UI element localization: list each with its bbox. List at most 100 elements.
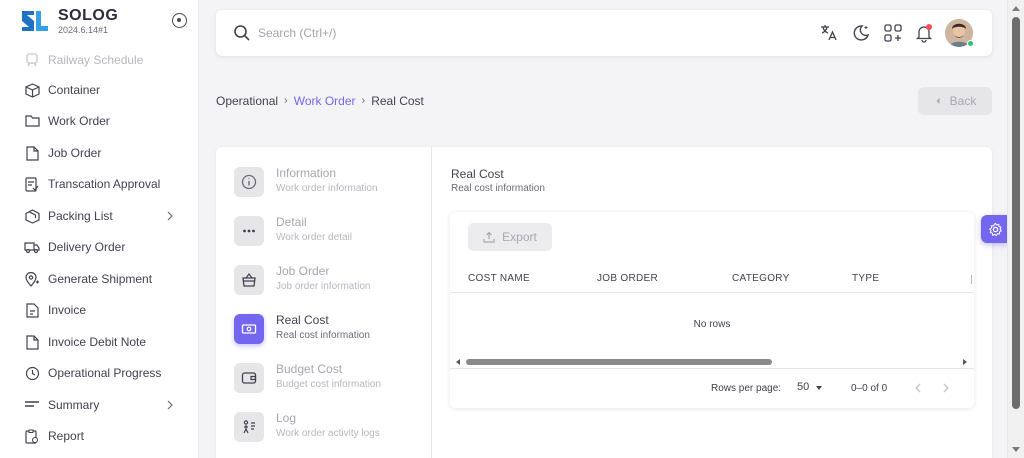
sidebar-item-container[interactable]: Container — [0, 75, 198, 105]
column-header-job-order[interactable]: JOB ORDER — [597, 273, 658, 284]
sidebar-item-invoice-debit-note[interactable]: Invoice Debit Note — [0, 327, 198, 357]
sidebar-item-label: Railway Schedule — [48, 53, 144, 67]
wizard-steps: Information Work order information Detai… — [216, 147, 432, 458]
page-scrollbar[interactable] — [1007, 0, 1024, 458]
sidebar-item-label: Work Order — [48, 114, 110, 128]
scroll-up-icon[interactable] — [1012, 6, 1020, 11]
sidebar-item-delivery-order[interactable]: Delivery Order — [0, 232, 198, 262]
sidebar-item-label: Container — [48, 83, 101, 97]
step-log[interactable]: Log Work order activity logs — [234, 409, 424, 449]
sidebar-item-work-order[interactable]: Work Order — [0, 106, 198, 136]
file-text-icon — [24, 334, 40, 350]
scroll-right-icon[interactable] — [963, 359, 967, 365]
step-subtitle: Job order information — [276, 281, 371, 292]
brand-name: SOLOG — [58, 7, 119, 24]
step-title: Budget Cost — [276, 362, 343, 376]
chevron-left-icon — [936, 98, 940, 104]
gear-icon — [988, 222, 1002, 236]
back-button[interactable]: Back — [918, 87, 992, 115]
step-real-cost[interactable]: Real Cost Real cost information — [234, 311, 424, 351]
search-input[interactable] — [258, 23, 558, 43]
rows-per-page-select[interactable]: 50 — [797, 381, 827, 395]
step-information[interactable]: Information Work order information — [234, 164, 424, 204]
file-icon — [24, 145, 40, 161]
column-header-cost-name[interactable]: COST NAME — [468, 273, 530, 284]
breadcrumb-separator-icon: › — [361, 95, 366, 107]
sidebar-item-packing-list[interactable]: Packing List — [0, 201, 198, 231]
notifications-button[interactable] — [914, 23, 934, 43]
basket-icon — [234, 265, 264, 295]
apps-icon[interactable] — [883, 23, 903, 43]
chevron-right-icon[interactable] — [941, 382, 951, 394]
sidebar-item-railway-schedule[interactable]: Railway Schedule — [0, 45, 198, 75]
brand: SOLOG 2024.6.14#1 — [0, 0, 198, 42]
search-icon[interactable] — [233, 24, 251, 42]
breadcrumb-work-order[interactable]: Work Order — [294, 94, 356, 108]
sidebar-item-invoice[interactable]: Invoice — [0, 295, 198, 325]
sidebar-item-label: Transcation Approval — [48, 177, 161, 191]
breadcrumb-operational[interactable]: Operational — [216, 94, 278, 108]
step-title: Log — [276, 411, 297, 425]
moon-icon[interactable] — [851, 23, 871, 43]
sidebar: SOLOG 2024.6.14#1 Railway Schedule Conta… — [0, 0, 199, 458]
breadcrumb: Operational › Work Order › Real Cost — [216, 94, 424, 108]
step-title: Job Order — [276, 264, 330, 278]
sidebar-item-generate-shipment[interactable]: Generate Shipment — [0, 264, 198, 294]
work-order-card: Information Work order information Detai… — [216, 147, 992, 458]
step-budget-cost[interactable]: Budget Cost Budget cost information — [234, 360, 424, 400]
step-subtitle: Work order information — [276, 183, 378, 194]
section-subtitle: Real cost information — [451, 183, 545, 194]
train-icon — [24, 52, 40, 68]
page-scroll-thumb[interactable] — [1012, 17, 1020, 409]
sidebar-item-label: Summary — [48, 398, 100, 412]
export-button[interactable]: Export — [468, 223, 552, 251]
clipboard-icon — [24, 428, 40, 444]
notification-dot — [926, 24, 932, 30]
column-separator — [971, 275, 972, 284]
horizontal-scroll-thumb[interactable] — [466, 359, 772, 365]
sidebar-item-report[interactable]: Report — [0, 421, 198, 451]
sidebar-item-label: Job Order — [48, 146, 102, 160]
wallet-icon — [234, 363, 264, 393]
truck-icon — [24, 239, 40, 255]
step-detail[interactable]: Detail Work order detail — [234, 213, 424, 253]
chevron-left-icon[interactable] — [913, 382, 923, 394]
step-title: Information — [276, 166, 337, 180]
sidebar-item-operational-progress[interactable]: Operational Progress — [0, 358, 198, 388]
info-icon — [234, 167, 264, 197]
step-subtitle: Work order activity logs — [276, 428, 380, 439]
sidebar-item-summary[interactable]: Summary — [0, 390, 198, 420]
step-subtitle: Work order detail — [276, 232, 352, 243]
breadcrumb-current: Real Cost — [371, 94, 424, 108]
step-title: Detail — [276, 215, 307, 229]
chevron-right-icon — [167, 400, 173, 410]
package-icon — [24, 208, 40, 224]
theme-settings-button[interactable] — [981, 215, 1009, 243]
column-header-category[interactable]: CATEGORY — [732, 273, 790, 284]
column-header-type[interactable]: TYPE — [852, 273, 879, 284]
sidebar-item-job-order[interactable]: Job Order — [0, 138, 198, 168]
upload-icon — [483, 231, 495, 243]
sl-logo-icon — [22, 11, 48, 31]
horizontal-scrollbar[interactable] — [450, 357, 974, 368]
scroll-left-icon[interactable] — [456, 359, 460, 365]
progress-icon — [24, 365, 40, 381]
top-navbar — [216, 10, 992, 56]
sidebar-item-transcation-approval[interactable]: Transcation Approval — [0, 169, 198, 199]
pagination-range: 0–0 of 0 — [851, 383, 888, 394]
step-job-order[interactable]: Job Order Job order information — [234, 262, 424, 302]
scroll-down-icon[interactable] — [1012, 447, 1020, 452]
breadcrumb-separator-icon: › — [284, 95, 288, 107]
back-button-label: Back — [949, 94, 977, 108]
step-subtitle: Budget cost information — [276, 379, 382, 390]
translate-icon[interactable] — [819, 23, 839, 43]
sidebar-item-label: Operational Progress — [48, 366, 162, 380]
rows-per-page-label: Rows per page: — [711, 383, 782, 394]
sidebar-collapse-toggle-icon[interactable] — [172, 13, 187, 28]
footer-divider — [450, 368, 974, 369]
chevron-right-icon — [167, 211, 173, 221]
file-check-icon — [24, 176, 40, 192]
step-title: Real Cost — [276, 313, 329, 327]
empty-rows-message: No rows — [693, 319, 731, 330]
log-icon — [234, 412, 264, 442]
